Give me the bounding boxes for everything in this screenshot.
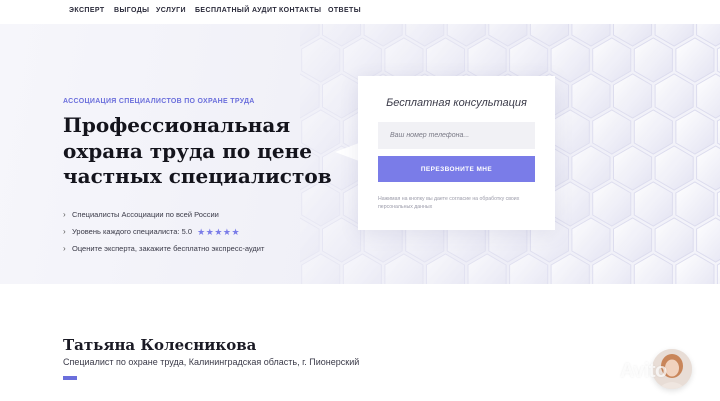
nav-item-benefits[interactable]: ВЫГОДЫ xyxy=(114,7,149,14)
hexagon-tile xyxy=(592,181,632,227)
star-icon: ★ xyxy=(197,227,206,237)
nav-item-answers[interactable]: ОТВЕТЫ xyxy=(328,7,361,14)
rating-stars: ★★★★★ xyxy=(197,227,240,237)
chevron-right-icon: › xyxy=(63,210,66,219)
nav-item-contacts[interactable]: КОНТАКТЫ xyxy=(279,7,321,14)
hexagon-tile xyxy=(696,217,720,263)
form-card-pointer xyxy=(335,143,359,161)
hexagon-tile xyxy=(300,73,320,119)
hexagon-tile xyxy=(633,253,673,284)
callback-button[interactable]: ПЕРЕЗВОНИТЕ МНЕ xyxy=(378,156,535,182)
hexagon-tile xyxy=(384,253,424,284)
hexagon-tile xyxy=(613,73,653,119)
hero-headline: Профессиональная охрана труда по цене ча… xyxy=(63,113,363,190)
hexagon-tile xyxy=(613,145,653,191)
hexagon-tile xyxy=(467,253,507,284)
hexagon-tile xyxy=(592,37,632,83)
hero-eyebrow: АССОЦИАЦИЯ СПЕЦИАЛИСТОВ ПО ОХРАНЕ ТРУДА xyxy=(63,98,255,105)
hexagon-tile xyxy=(613,217,653,263)
hexagon-tile xyxy=(301,37,341,83)
phone-input[interactable] xyxy=(378,122,535,149)
hexagon-tile xyxy=(633,109,673,155)
nav-item-services[interactable]: УСЛУГИ xyxy=(156,7,186,14)
hexagon-tile xyxy=(696,145,720,191)
hexagon-tile xyxy=(571,217,611,263)
hexagon-tile xyxy=(300,217,320,263)
bullet-item: › Уровень каждого специалиста: 5.0 ★★★★★ xyxy=(63,227,264,244)
hexagon-tile xyxy=(654,145,694,191)
hexagon-tile xyxy=(675,37,715,83)
form-title: Бесплатная консультация xyxy=(386,97,527,109)
expert-subtitle: Специалист по охране труда, Калининградс… xyxy=(63,357,360,367)
hexagon-tile xyxy=(509,253,549,284)
nav-item-expert[interactable]: ЭКСПЕРТ xyxy=(69,7,105,14)
consultation-form-card: Бесплатная консультация ПЕРЕЗВОНИТЕ МНЕ … xyxy=(358,76,555,230)
hero-bullets: › Специалисты Ассоциации по всей России … xyxy=(63,210,264,261)
headline-line-2: охрана труда по цене xyxy=(63,138,313,163)
accent-bar xyxy=(63,376,77,380)
hexagon-tile xyxy=(301,253,341,284)
hexagon-tile xyxy=(675,181,715,227)
headline-line-3: частных специалистов xyxy=(63,164,332,188)
star-icon: ★ xyxy=(231,227,241,237)
hexagon-tile xyxy=(571,145,611,191)
hexagon-tile xyxy=(592,109,632,155)
hexagon-tile xyxy=(425,253,465,284)
hero-section: АССОЦИАЦИЯ СПЕЦИАЛИСТОВ ПО ОХРАНЕ ТРУДА … xyxy=(0,24,720,284)
hexagon-tile xyxy=(696,73,720,119)
hexagon-tile xyxy=(342,253,382,284)
hexagon-tile xyxy=(550,253,590,284)
hexagon-tile xyxy=(592,253,632,284)
hexagon-tile xyxy=(550,37,590,83)
star-icon: ★ xyxy=(214,227,223,237)
hexagon-tile xyxy=(633,37,673,83)
hexagon-tile xyxy=(675,109,715,155)
bullet-item: › Специалисты Ассоциации по всей России xyxy=(63,210,264,227)
hexagon-tile xyxy=(571,73,611,119)
chevron-right-icon: › xyxy=(63,244,66,253)
bullet-text: Уровень каждого специалиста: 5.0 xyxy=(72,227,193,236)
hexagon-tile xyxy=(654,217,694,263)
headline-line-1: Профессиональная xyxy=(63,113,291,137)
bullet-text: Оцените эксперта, закажите бесплатно экс… xyxy=(72,244,265,253)
top-navigation: ЭКСПЕРТ ВЫГОДЫ УСЛУГИ БЕСПЛАТНЫЙ АУДИТ К… xyxy=(0,0,720,24)
nav-item-free-audit[interactable]: БЕСПЛАТНЫЙ АУДИТ xyxy=(195,7,277,14)
chevron-right-icon: › xyxy=(63,227,66,236)
hexagon-tile xyxy=(633,181,673,227)
expert-name: Татьяна Колесникова xyxy=(63,336,257,354)
hexagon-tile xyxy=(322,73,362,119)
hexagon-tile xyxy=(675,253,715,284)
bullet-text: Специалисты Ассоциации по всей России xyxy=(72,210,219,219)
consent-text: Нажимая на кнопку вы даете согласие на о… xyxy=(378,196,520,210)
hexagon-tile xyxy=(550,181,590,227)
hexagon-tile xyxy=(322,217,362,263)
avito-watermark: Avito xyxy=(620,360,667,382)
hexagon-tile xyxy=(550,109,590,155)
hexagon-tile xyxy=(654,73,694,119)
bullet-item: › Оцените эксперта, закажите бесплатно э… xyxy=(63,244,264,261)
